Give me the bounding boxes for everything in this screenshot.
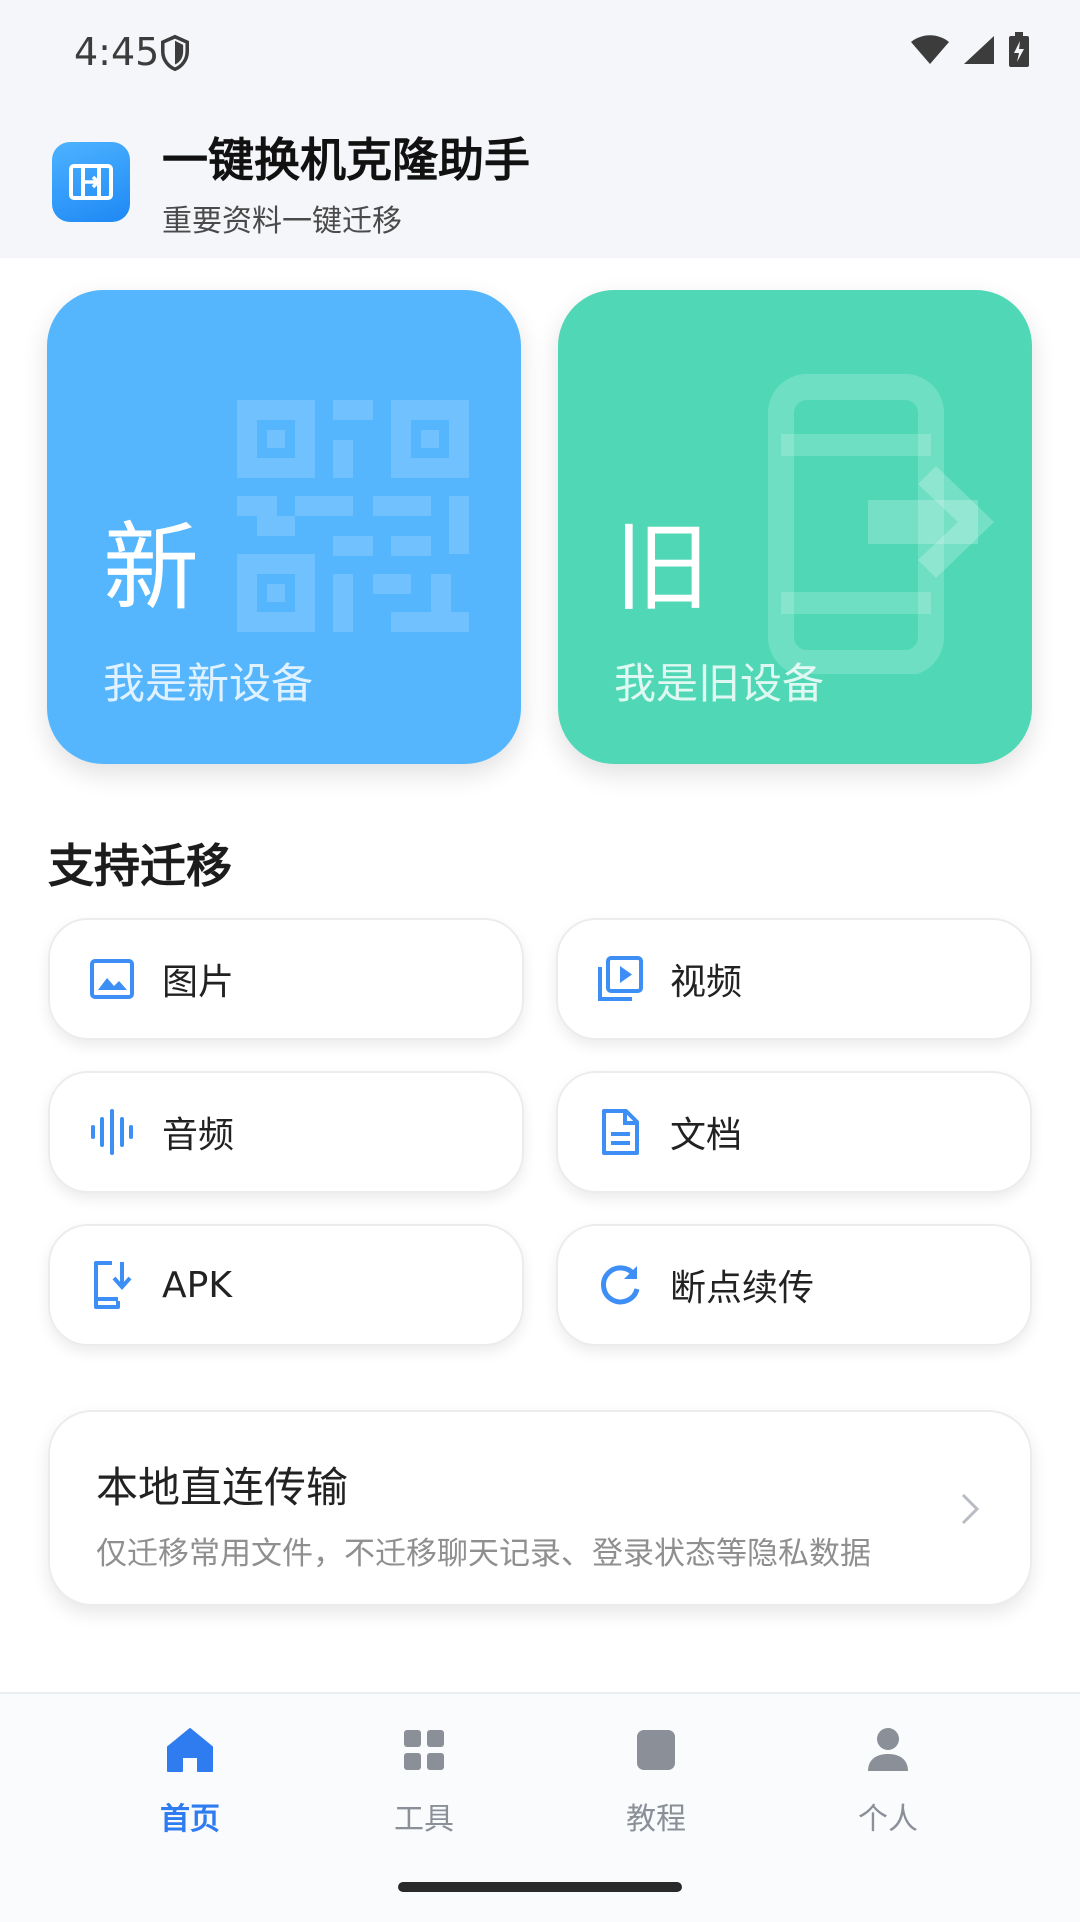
- phone-export-icon: [768, 374, 994, 674]
- nav-label: 首页: [160, 1802, 220, 1837]
- nav-label: 教程: [626, 1802, 686, 1837]
- nav-profile[interactable]: 个人: [788, 1724, 988, 1838]
- new-device-card[interactable]: 新 我是新设备: [47, 290, 521, 764]
- old-device-label: 我是旧设备: [614, 659, 825, 708]
- nav-label: 个人: [858, 1802, 918, 1837]
- apk-download-icon: [88, 1261, 136, 1309]
- video-icon: [596, 955, 644, 1003]
- nav-tutorial[interactable]: 教程: [556, 1724, 756, 1838]
- qr-code-icon: [237, 400, 469, 632]
- nav-tools[interactable]: 工具: [324, 1724, 524, 1838]
- transfer-description: 仅迁移常用文件，不迁移聊天记录、登录状态等隐私数据: [96, 1536, 871, 1572]
- chevron-right-icon: [961, 1493, 980, 1525]
- type-tile-resume[interactable]: 断点续传: [556, 1224, 1032, 1346]
- type-label: APK: [162, 1264, 232, 1306]
- grid-icon: [398, 1724, 450, 1776]
- local-transfer-card[interactable]: 本地直连传输 仅迁移常用文件，不迁移聊天记录、登录状态等隐私数据: [48, 1410, 1032, 1606]
- home-icon: [164, 1724, 216, 1776]
- book-icon: [630, 1724, 682, 1776]
- app-title: 一键换机克隆助手: [162, 133, 530, 187]
- type-tile-image[interactable]: 图片: [48, 918, 524, 1040]
- nav-label: 工具: [394, 1802, 454, 1837]
- status-bar: 4:45: [0, 0, 1080, 108]
- type-label: 断点续传: [670, 1268, 815, 1309]
- old-device-card[interactable]: 旧 我是旧设备: [558, 290, 1032, 764]
- transfer-title: 本地直连传输: [96, 1463, 349, 1512]
- old-device-char: 旧: [614, 512, 710, 624]
- new-device-char: 新: [103, 512, 199, 624]
- audio-wave-icon: [88, 1108, 136, 1156]
- battery-icon: [1009, 32, 1029, 67]
- app-subtitle: 重要资料一键迁移: [162, 204, 402, 239]
- person-icon: [862, 1724, 914, 1776]
- type-label: 音频: [162, 1115, 235, 1156]
- app-header: 一键换机克隆助手 重要资料一键迁移: [0, 108, 1080, 258]
- app-logo: [52, 142, 130, 222]
- wifi-icon: [911, 35, 949, 64]
- section-title: 支持迁移: [48, 839, 232, 893]
- cell-signal-icon: [964, 36, 994, 64]
- type-tile-document[interactable]: 文档: [556, 1071, 1032, 1193]
- status-time: 4:45: [74, 30, 160, 74]
- resume-refresh-icon: [596, 1261, 644, 1309]
- type-tile-video[interactable]: 视频: [556, 918, 1032, 1040]
- shield-icon: [161, 34, 189, 72]
- type-label: 视频: [670, 962, 743, 1003]
- document-icon: [596, 1108, 644, 1156]
- type-label: 图片: [162, 962, 235, 1003]
- clone-logo-icon: [69, 164, 113, 200]
- home-indicator[interactable]: [398, 1882, 682, 1892]
- type-label: 文档: [670, 1115, 743, 1156]
- image-icon: [88, 955, 136, 1003]
- new-device-label: 我是新设备: [103, 659, 314, 708]
- type-tile-audio[interactable]: 音频: [48, 1071, 524, 1193]
- nav-home[interactable]: 首页: [90, 1724, 290, 1838]
- type-tile-apk[interactable]: APK: [48, 1224, 524, 1346]
